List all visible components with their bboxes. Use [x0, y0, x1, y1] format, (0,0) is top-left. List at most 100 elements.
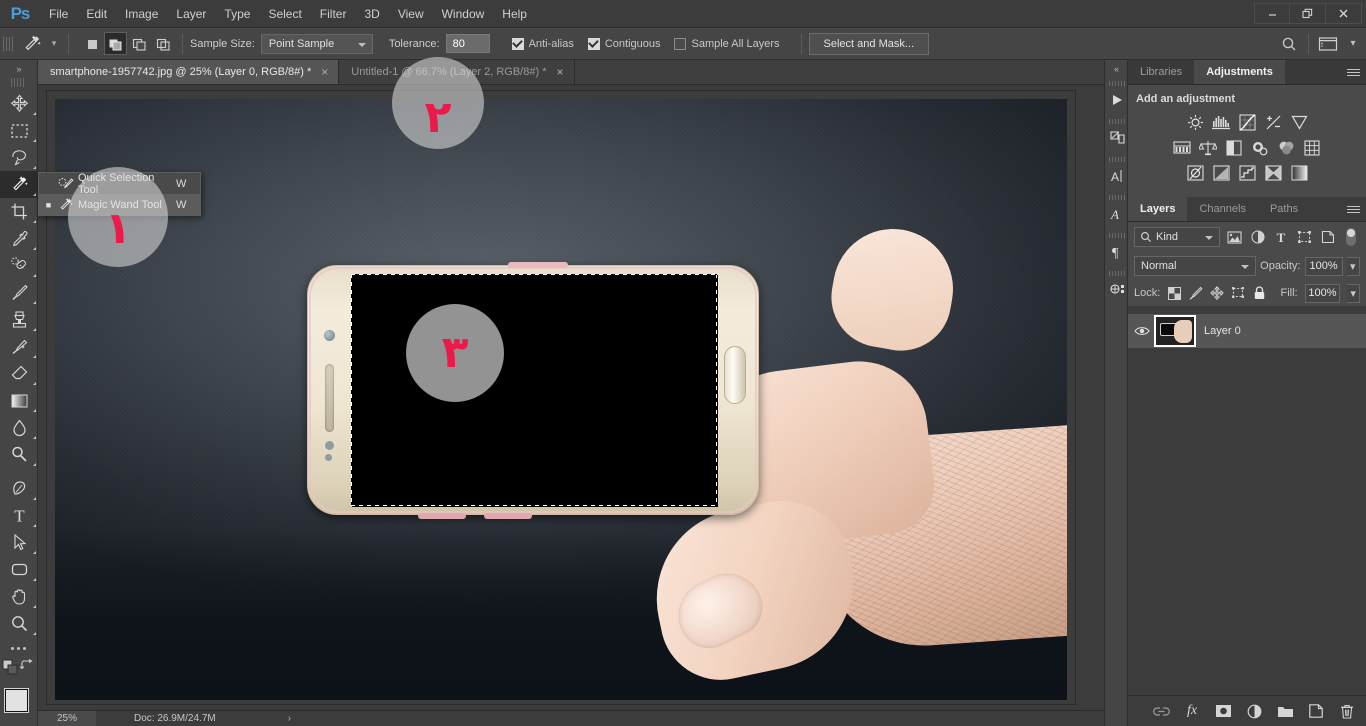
- menu-edit[interactable]: Edit: [77, 0, 116, 28]
- menu-select[interactable]: Select: [259, 0, 310, 28]
- magic-wand-tool[interactable]: [0, 171, 38, 198]
- exposure-icon[interactable]: [1264, 113, 1283, 132]
- gradient-tool[interactable]: [0, 387, 38, 414]
- new-adjustment-layer-icon[interactable]: [1245, 702, 1263, 720]
- search-icon[interactable]: [1275, 31, 1303, 57]
- filter-toggle-switch[interactable]: [1342, 227, 1360, 247]
- color-lookup-icon[interactable]: [1303, 138, 1322, 157]
- default-colors-icon[interactable]: [2, 659, 18, 675]
- spot-healing-brush-tool[interactable]: [0, 252, 38, 279]
- pen-tool[interactable]: [0, 475, 38, 502]
- type-tool[interactable]: T: [0, 502, 38, 529]
- posterize-icon[interactable]: [1212, 163, 1231, 182]
- anti-alias-check-box[interactable]: [511, 37, 524, 50]
- invert-icon[interactable]: [1186, 163, 1205, 182]
- shape-layers-icon[interactable]: [1295, 227, 1313, 247]
- close-icon[interactable]: ×: [321, 65, 328, 79]
- chevron-down-icon[interactable]: ▾: [1344, 31, 1362, 57]
- add-to-selection-button[interactable]: [104, 32, 127, 55]
- sample-all-layers-check-box[interactable]: [674, 37, 687, 50]
- opacity-chevron-down-icon[interactable]: ▾: [1346, 256, 1360, 276]
- contiguous-checkbox[interactable]: Contiguous: [587, 37, 660, 50]
- path-selection-tool[interactable]: [0, 529, 38, 556]
- workspace-icon[interactable]: [1314, 31, 1342, 57]
- tolerance-input[interactable]: 80: [445, 34, 490, 53]
- color-balance-icon[interactable]: [1199, 138, 1218, 157]
- toolbar-collapse-button[interactable]: »: [0, 60, 37, 78]
- layer-style-fx-icon[interactable]: fx: [1183, 702, 1201, 720]
- minimize-button[interactable]: [1254, 3, 1290, 24]
- close-button[interactable]: [1326, 3, 1362, 24]
- menu-view[interactable]: View: [389, 0, 433, 28]
- anti-alias-checkbox[interactable]: Anti-alias: [511, 37, 574, 50]
- close-icon[interactable]: ×: [556, 65, 563, 79]
- tab-layers[interactable]: Layers: [1128, 197, 1188, 221]
- tab-paths[interactable]: Paths: [1257, 197, 1311, 221]
- opacity-input[interactable]: 100%: [1304, 256, 1343, 276]
- lock-all-icon[interactable]: [1252, 285, 1266, 301]
- pixel-layers-icon[interactable]: [1225, 227, 1243, 247]
- tab-libraries[interactable]: Libraries: [1128, 60, 1195, 84]
- menu-image[interactable]: Image: [116, 0, 167, 28]
- brightness-contrast-icon[interactable]: [1186, 113, 1205, 132]
- lock-image-pixels-icon[interactable]: [1189, 285, 1203, 301]
- menu-help[interactable]: Help: [493, 0, 536, 28]
- lock-artboard-icon[interactable]: [1231, 285, 1245, 301]
- layer-name[interactable]: Layer 0: [1204, 325, 1241, 337]
- dodge-tool[interactable]: [0, 441, 38, 468]
- curves-icon[interactable]: [1238, 113, 1257, 132]
- toolbar-grip[interactable]: [11, 78, 26, 87]
- select-and-mask-button[interactable]: Select and Mask...: [808, 32, 930, 55]
- 3d-icon[interactable]: [1105, 268, 1129, 306]
- edit-toolbar-button[interactable]: [0, 637, 37, 659]
- play-icon[interactable]: [1105, 78, 1129, 116]
- hand-tool[interactable]: [0, 583, 38, 610]
- blend-mode-select[interactable]: Normal: [1134, 256, 1257, 276]
- subtract-from-selection-button[interactable]: [128, 32, 151, 55]
- new-group-icon[interactable]: [1276, 702, 1294, 720]
- sample-size-select[interactable]: Point Sample: [260, 33, 373, 54]
- contiguous-check-box[interactable]: [587, 37, 600, 50]
- vibrance-icon[interactable]: [1290, 113, 1309, 132]
- add-layer-mask-icon[interactable]: [1214, 702, 1232, 720]
- smart-objects-icon[interactable]: [1319, 227, 1337, 247]
- menu-layer[interactable]: Layer: [167, 0, 215, 28]
- gradient-map-icon[interactable]: [1290, 163, 1309, 182]
- swap-colors-icon[interactable]: [20, 659, 34, 673]
- menu-type[interactable]: Type: [215, 0, 259, 28]
- clone-stamp-tool[interactable]: [0, 306, 38, 333]
- new-selection-button[interactable]: [80, 32, 103, 55]
- options-bar-grip[interactable]: [3, 33, 13, 54]
- foreground-color-swatch[interactable]: [4, 688, 29, 713]
- tool-preset-chevron-down-icon[interactable]: ▾: [47, 38, 61, 49]
- new-layer-icon[interactable]: [1307, 702, 1325, 720]
- fill-input[interactable]: 100%: [1304, 283, 1341, 303]
- history-brush-tool[interactable]: [0, 333, 38, 360]
- tab-channels[interactable]: Channels: [1187, 197, 1258, 221]
- intersect-with-selection-button[interactable]: [152, 32, 175, 55]
- selective-color-icon[interactable]: [1264, 163, 1283, 182]
- paragraph-icon[interactable]: ¶: [1105, 230, 1129, 268]
- menu-file[interactable]: File: [40, 0, 77, 28]
- crop-tool[interactable]: [0, 198, 38, 225]
- zoom-tool[interactable]: [0, 610, 38, 637]
- lock-transparent-pixels-icon[interactable]: [1167, 285, 1181, 301]
- channel-mixer-icon[interactable]: [1277, 138, 1296, 157]
- menu-3d[interactable]: 3D: [355, 0, 388, 28]
- image-canvas[interactable]: ۳: [55, 99, 1067, 700]
- magic-wand-icon[interactable]: [17, 31, 47, 57]
- eyedropper-tool[interactable]: [0, 225, 38, 252]
- threshold-icon[interactable]: [1238, 163, 1257, 182]
- black-white-icon[interactable]: [1225, 138, 1244, 157]
- panel-menu-icon[interactable]: [1347, 60, 1360, 85]
- menu-filter[interactable]: Filter: [311, 0, 356, 28]
- tab-adjustments[interactable]: Adjustments: [1194, 60, 1285, 84]
- layer-filter-kind-select[interactable]: Kind: [1134, 227, 1221, 247]
- layer-thumbnail[interactable]: [1154, 315, 1196, 347]
- blur-tool[interactable]: [0, 414, 38, 441]
- layer-visibility-icon[interactable]: [1128, 325, 1156, 337]
- rectangular-marquee-tool[interactable]: [0, 117, 38, 144]
- eraser-tool[interactable]: [0, 360, 38, 387]
- zoom-level[interactable]: 25%: [38, 711, 96, 726]
- fill-chevron-down-icon[interactable]: ▾: [1347, 283, 1360, 303]
